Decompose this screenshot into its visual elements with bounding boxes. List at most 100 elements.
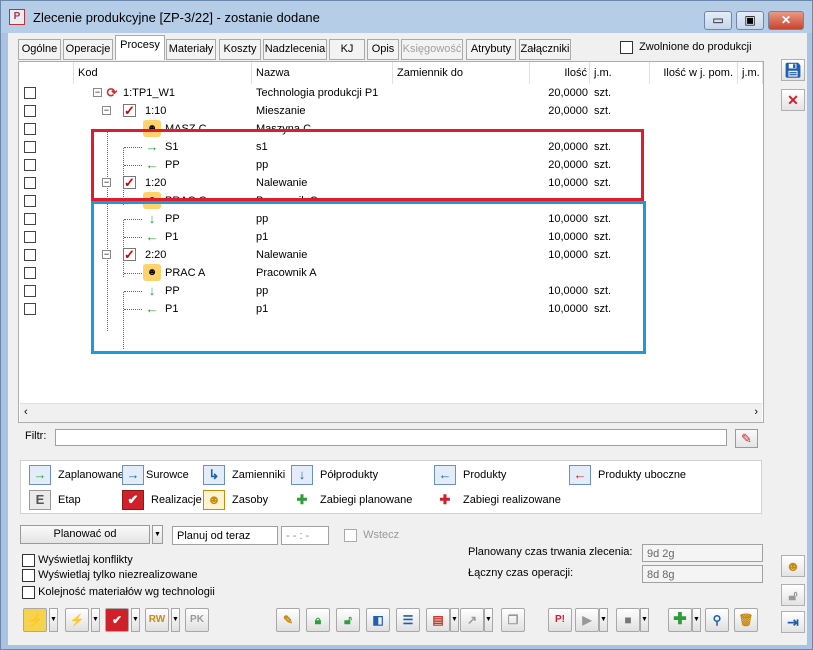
conflicts-checkbox[interactable]	[22, 553, 35, 567]
row-jm: szt.	[594, 87, 612, 99]
process-grid: Kod Nazwa Zamiennik do Ilość j.m. Ilość …	[18, 61, 764, 423]
maximize-button[interactable]: ▣	[736, 11, 764, 30]
delete-icon[interactable]: 🗑︎	[734, 608, 758, 632]
col-ilosc[interactable]: Ilość	[530, 62, 590, 84]
save-icon[interactable]: 💾︎	[781, 59, 805, 81]
tab-ksiegowosc[interactable]: Księgowość	[401, 39, 463, 60]
tab-ogolne[interactable]: Ogólne	[18, 39, 61, 60]
priority-icon[interactable]: P!	[548, 608, 572, 632]
rw-dropdown[interactable]: ▼	[171, 608, 180, 632]
wstecz-checkbox-wrap[interactable]: Wstecz	[344, 527, 399, 543]
rw-icon[interactable]: RW	[145, 608, 169, 632]
pin-icon[interactable]: ⇥	[781, 611, 805, 633]
highlight-blue	[91, 201, 646, 354]
scroll-right-icon[interactable]: ›	[754, 406, 758, 418]
tab-zalaczniki[interactable]: Załączniki	[519, 39, 571, 60]
row-checkbox[interactable]	[24, 213, 36, 225]
zabiegi-planowane-icon: ✚	[291, 490, 313, 510]
chart-dropdown[interactable]: ▼	[450, 608, 459, 632]
plan-from-button[interactable]: Planować od	[20, 525, 150, 544]
collapse-toggle[interactable]: −	[93, 88, 102, 97]
unlock-icon[interactable]: 🔓︎	[336, 608, 360, 632]
add-icon[interactable]: ✚	[668, 608, 692, 632]
chart-icon[interactable]: ▤	[426, 608, 450, 632]
close-button[interactable]: ✕	[768, 11, 804, 30]
row-checkbox[interactable]	[24, 285, 36, 297]
lightning-dropdown[interactable]: ▼	[49, 608, 58, 632]
tab-materialy[interactable]: Materiały	[166, 39, 216, 60]
col-nazwa[interactable]: Nazwa	[252, 62, 393, 84]
realizacje-toolbar-icon[interactable]: ✔	[105, 608, 129, 632]
row-ilosc: 20,0000	[548, 105, 588, 117]
horizontal-scrollbar[interactable]: ‹ ›	[20, 403, 762, 422]
col-jm2[interactable]: j.m.	[738, 62, 763, 84]
row-checkbox[interactable]	[24, 303, 36, 315]
play-icon[interactable]: ▶	[575, 608, 599, 632]
time-field[interactable]: - - : -	[281, 526, 329, 545]
col-ilosc-pom[interactable]: Ilość w j. pom.	[650, 62, 738, 84]
lock-icon[interactable]: 🔒︎	[306, 608, 330, 632]
row-checkbox[interactable]	[24, 123, 36, 135]
row-nazwa: Mieszanie	[256, 105, 306, 117]
green-lightning-dropdown[interactable]: ▼	[91, 608, 100, 632]
col-jm[interactable]: j.m.	[590, 62, 650, 84]
row-checkbox[interactable]	[24, 195, 36, 207]
plan-from-dropdown[interactable]: ▼	[152, 525, 163, 544]
zwolnione-checkbox[interactable]	[620, 40, 633, 54]
green-lightning-icon[interactable]: ⚡	[65, 608, 89, 632]
tab-kj[interactable]: KJ	[329, 39, 365, 60]
row-ilosc: 20,0000	[548, 87, 588, 99]
graph-dropdown[interactable]: ▼	[484, 608, 493, 632]
add-dropdown[interactable]: ▼	[692, 608, 701, 632]
collapse-toggle[interactable]: −	[102, 106, 111, 115]
row-checkbox[interactable]	[24, 177, 36, 189]
stop-icon[interactable]: ■	[616, 608, 640, 632]
edit-icon[interactable]: ✎	[276, 608, 300, 632]
clear-filter-icon[interactable]: ✎	[735, 429, 758, 448]
zabiegi-realizowane-icon: ✚	[434, 490, 456, 510]
tab-procesy[interactable]: Procesy	[115, 35, 165, 60]
col-kod[interactable]: Kod	[74, 62, 252, 84]
row-checkbox[interactable]	[24, 159, 36, 171]
tab-opis[interactable]: Opis	[367, 39, 399, 60]
row-checkbox[interactable]	[24, 105, 36, 117]
row-checkbox[interactable]	[24, 267, 36, 279]
table-row[interactable]: − ✓ 1:10 Mieszanie 20,0000 szt.	[19, 102, 763, 120]
tab-operacje[interactable]: Operacje	[63, 39, 113, 60]
plan-from-field[interactable]: Planuj od teraz	[172, 526, 278, 545]
row-checkbox[interactable]	[24, 87, 36, 99]
copy-icon[interactable]: ❐	[501, 608, 525, 632]
table-row[interactable]: − ⟳ 1:TP1_W1 Technologia produkcji P1 20…	[19, 84, 763, 102]
tab-atrybuty[interactable]: Atrybuty	[466, 39, 516, 60]
play-dropdown[interactable]: ▼	[599, 608, 608, 632]
produkty-uboczne-icon: ←	[569, 465, 591, 485]
unrealized-checkbox[interactable]	[22, 568, 35, 582]
scroll-left-icon[interactable]: ‹	[24, 406, 28, 418]
row-checkbox[interactable]	[24, 231, 36, 243]
minimize-button[interactable]: ▭	[704, 11, 732, 30]
gantt-icon[interactable]: ☰	[396, 608, 420, 632]
split-icon[interactable]: ◧	[366, 608, 390, 632]
row-checkbox[interactable]	[24, 249, 36, 261]
wstecz-checkbox[interactable]	[344, 528, 357, 542]
unrealized-option[interactable]: Wyświetlaj tylko niezrealizowane	[22, 568, 198, 582]
window-title: Zlecenie produkcyjne [ZP-3/22] - zostani…	[33, 10, 320, 25]
search-icon[interactable]: ⚲	[705, 608, 729, 632]
col-zamiennik[interactable]: Zamiennik do	[393, 62, 530, 84]
resource-side-icon[interactable]: ☻	[781, 555, 805, 577]
pk-icon[interactable]: PK	[185, 608, 209, 632]
tab-koszty[interactable]: Koszty	[219, 39, 261, 60]
zwolnione-checkbox-wrap[interactable]: Zwolnione do produkcji	[620, 39, 752, 55]
order-option[interactable]: Kolejność materiałów wg technologii	[22, 585, 215, 599]
lock-side-icon[interactable]: 🔓︎	[781, 584, 805, 606]
cancel-icon[interactable]: ✕	[781, 89, 805, 111]
row-checkbox[interactable]	[24, 141, 36, 153]
stop-dropdown[interactable]: ▼	[640, 608, 649, 632]
lightning-icon[interactable]: ⚡	[23, 608, 47, 632]
realizacje-dropdown[interactable]: ▼	[131, 608, 140, 632]
order-checkbox[interactable]	[22, 585, 35, 599]
filter-input[interactable]	[55, 429, 727, 446]
conflicts-option[interactable]: Wyświetlaj konflikty	[22, 553, 133, 567]
graph-icon[interactable]: ↗	[460, 608, 484, 632]
tab-nadzlecenia[interactable]: Nadzlecenia	[263, 39, 327, 60]
